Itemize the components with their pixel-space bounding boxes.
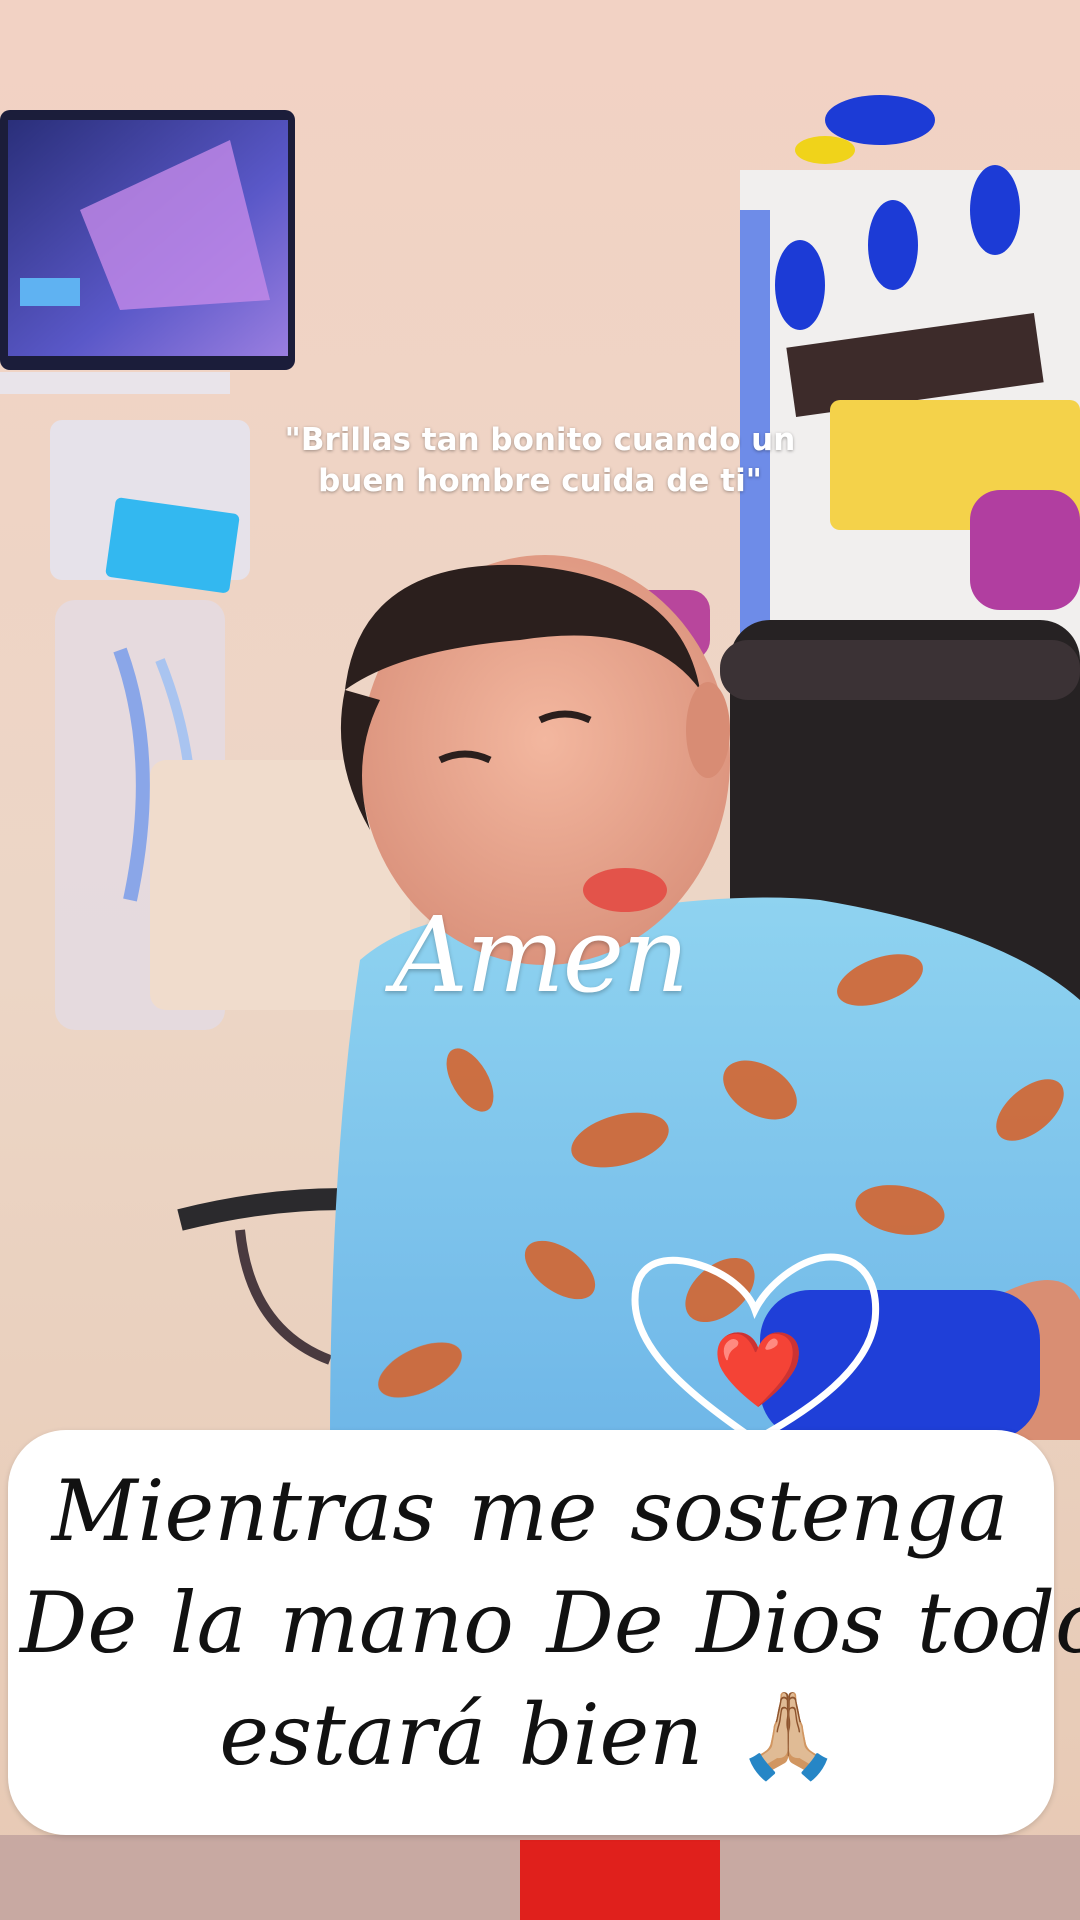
red-object: [520, 1840, 720, 1920]
praying-hands-emoji: 🙏🏼: [736, 1686, 841, 1784]
caption-line-2: De la mano De Dios todo: [20, 1574, 1080, 1672]
caption-text: Mientras me sostenga De la mano De Dios …: [20, 1455, 1080, 1791]
amen-text: Amen: [392, 894, 689, 1016]
caption-line-1: Mientras me sostenga: [51, 1462, 1009, 1560]
red-heart-emoji: ❤️: [712, 1327, 805, 1413]
caption-line-3: estará bien 🙏🏼: [20, 1679, 1040, 1791]
caption-line-3-text: estará bien: [219, 1686, 704, 1784]
quote-text: "Brillas tan bonito cuando un buen hombr…: [200, 420, 880, 502]
tv-monitor: [0, 110, 295, 394]
quote-line-2: buen hombre cuida de ti": [318, 463, 762, 499]
quote-line-1: "Brillas tan bonito cuando un: [284, 422, 796, 458]
